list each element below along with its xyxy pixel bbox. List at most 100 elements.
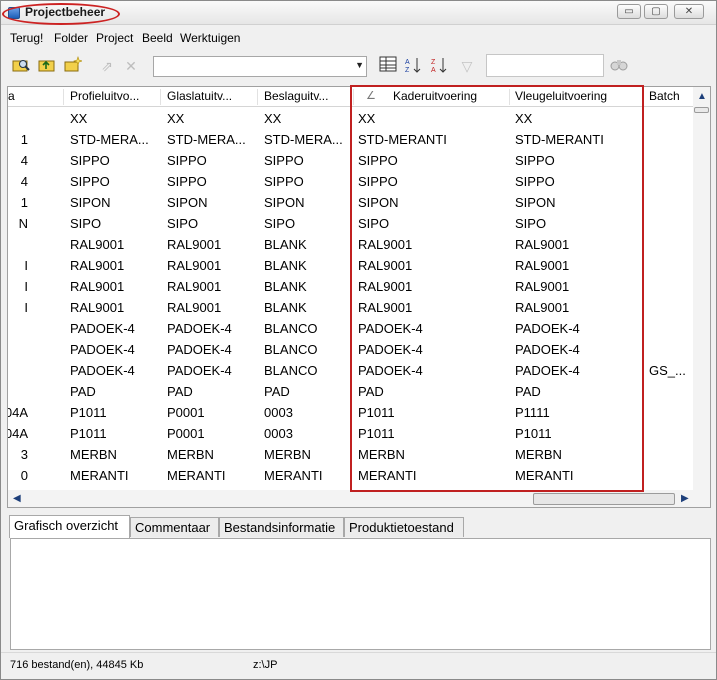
close-button[interactable]: ✕ [674, 4, 704, 19]
columns-icon[interactable] [378, 56, 398, 76]
chevron-down-icon[interactable]: ▼ [355, 60, 364, 70]
cell-kaderuitvoering: SIPON [358, 195, 399, 210]
cell-a: 3 [20, 447, 28, 462]
scroll-up-icon[interactable]: ▲ [697, 91, 707, 102]
column-header-profieluitvoering[interactable]: Profieluitvo... [70, 89, 160, 103]
menu-werktuigen[interactable]: Werktuigen [180, 31, 240, 45]
table-row[interactable]: 04A P1011 P0001 0003 P1011 P1011 [8, 423, 693, 444]
cell-vleugeluitvoering: PAD [515, 384, 541, 399]
search-input[interactable] [486, 54, 604, 77]
cell-profieluitvoering: PAD [70, 384, 96, 399]
tab-commentaar[interactable]: Commentaar [130, 517, 219, 537]
table-row[interactable]: XX XX XX XX XX [8, 108, 693, 129]
vertical-scrollbar[interactable]: ▲ [693, 87, 710, 507]
cell-a: 1 [20, 132, 28, 147]
delete-icon[interactable]: ✕ [121, 56, 141, 76]
cell-beslaguitvoering: BLANCO [264, 363, 318, 378]
cell-beslaguitvoering: 0003 [264, 405, 293, 420]
search-folder-icon[interactable] [11, 56, 31, 76]
table-row[interactable]: I RAL9001 RAL9001 BLANK RAL9001 RAL9001 [8, 255, 693, 276]
title-annotation-oval [2, 3, 120, 25]
new-folder-icon[interactable] [63, 56, 83, 76]
folder-up-icon[interactable] [37, 56, 57, 76]
cell-vleugeluitvoering: PADOEK-4 [515, 342, 580, 357]
table-row[interactable]: I RAL9001 RAL9001 BLANK RAL9001 RAL9001 [8, 276, 693, 297]
vertical-scroll-thumb[interactable] [694, 107, 709, 113]
cell-glaslatuitvoering: SIPPO [167, 174, 207, 189]
column-header-glaslatuitvoering[interactable]: Glaslatuitv... [167, 89, 257, 103]
move-icon[interactable]: ⇗ [97, 56, 117, 76]
cell-profieluitvoering: PADOEK-4 [70, 321, 135, 336]
title-bar[interactable]: Projectbeheer ▭ ▢ ✕ [1, 1, 716, 25]
cell-glaslatuitvoering: RAL9001 [167, 258, 222, 273]
table-row[interactable]: PADOEK-4 PADOEK-4 BLANCO PADOEK-4 PADOEK-4 [8, 339, 693, 360]
cell-glaslatuitvoering: SIPON [167, 195, 208, 210]
cell-a: 04A [8, 405, 28, 420]
sort-descending-icon[interactable]: ZA [429, 56, 449, 76]
column-header-vleugeluitvoering[interactable]: Vleugeluitvoering [515, 89, 635, 103]
cell-vleugeluitvoering: SIPPO [515, 153, 555, 168]
cell-glaslatuitvoering: RAL9001 [167, 279, 222, 294]
table-row[interactable]: 4 SIPPO SIPPO SIPPO SIPPO SIPPO [8, 150, 693, 171]
detail-tabs: Grafisch overzicht Commentaar Bestandsin… [9, 515, 713, 538]
table-row[interactable]: 1 STD-MERA... STD-MERA... STD-MERA... STD-ME… [8, 129, 693, 150]
scroll-left-icon[interactable]: ◀ [13, 493, 21, 504]
menu-terug[interactable]: Terug! [10, 31, 43, 45]
column-header-a[interactable]: a [8, 89, 28, 103]
cell-glaslatuitvoering: MERBN [167, 447, 214, 462]
column-divider[interactable] [63, 89, 64, 105]
cell-glaslatuitvoering: SIPPO [167, 153, 207, 168]
cell-a: 1 [20, 195, 28, 210]
table-row[interactable]: 04A P1011 P0001 0003 P1011 P1111 [8, 402, 693, 423]
sort-ascending-icon[interactable]: AZ [403, 56, 423, 76]
cell-vleugeluitvoering: P1111 [515, 405, 550, 420]
horizontal-scrollbar[interactable]: ◀ ▶ [8, 490, 693, 507]
table-row[interactable]: 3 MERBN MERBN MERBN MERBN MERBN [8, 444, 693, 465]
column-header-kaderuitvoering[interactable]: Kaderuitvoering [393, 89, 503, 103]
cell-vleugeluitvoering: SIPON [515, 195, 556, 210]
filter-combobox[interactable]: ▼ [153, 56, 367, 77]
horizontal-scroll-thumb[interactable] [533, 493, 675, 505]
column-header-batch[interactable]: Batch [649, 89, 689, 103]
cell-glaslatuitvoering: PADOEK-4 [167, 363, 232, 378]
table-row[interactable]: N SIPO SIPO SIPO SIPO SIPO [8, 213, 693, 234]
table-row[interactable]: RAL9001 RAL9001 BLANK RAL9001 RAL9001 [8, 234, 693, 255]
column-divider[interactable] [509, 89, 510, 105]
cell-beslaguitvoering: MERBN [264, 447, 311, 462]
maximize-button[interactable]: ▢ [644, 4, 668, 19]
table-row[interactable]: 1 SIPON SIPON SIPON SIPON SIPON [8, 192, 693, 213]
cell-glaslatuitvoering: XX [167, 111, 185, 126]
table-row[interactable]: I RAL9001 RAL9001 BLANK RAL9001 RAL9001 [8, 297, 693, 318]
table-row[interactable]: PADOEK-4 PADOEK-4 BLANCO PADOEK-4 PADOEK-4 [8, 318, 693, 339]
column-header-beslaguitvoering[interactable]: Beslaguitv... [264, 89, 354, 103]
menu-folder[interactable]: Folder [54, 31, 88, 45]
tab-bestandsinformatie[interactable]: Bestandsinformatie [219, 517, 344, 537]
binoculars-icon[interactable] [609, 56, 629, 76]
column-divider[interactable] [160, 89, 161, 105]
table-row[interactable]: 0 MERANTI MERANTI MERANTI MERANTI MERANTI [8, 465, 693, 486]
tab-panel-content [10, 538, 711, 650]
cell-kaderuitvoering: MERBN [358, 447, 405, 462]
table-row[interactable]: PAD PAD PAD PAD PAD [8, 381, 693, 402]
cell-beslaguitvoering: BLANK [264, 237, 307, 252]
sort-indicator-icon: ∠ [366, 90, 376, 102]
scroll-right-icon[interactable]: ▶ [681, 493, 689, 504]
tab-produktietoestand[interactable]: Produktietoestand [344, 517, 464, 537]
cell-profieluitvoering: SIPPO [70, 174, 110, 189]
column-divider[interactable] [353, 89, 354, 105]
menu-project[interactable]: Project [96, 31, 133, 45]
cell-vleugeluitvoering: SIPPO [515, 174, 555, 189]
file-grid[interactable]: a Profieluitvo... Glaslatuitv... Beslagu… [7, 86, 711, 508]
filter-icon[interactable]: ▽ [457, 56, 477, 76]
table-row[interactable]: 4 SIPPO SIPPO SIPPO SIPPO SIPPO [8, 171, 693, 192]
cell-kaderuitvoering: RAL9001 [358, 300, 413, 315]
svg-text:A: A [431, 67, 436, 74]
svg-text:Z: Z [431, 59, 436, 66]
menu-beeld[interactable]: Beeld [142, 31, 173, 45]
minimize-button[interactable]: ▭ [617, 4, 641, 19]
tab-grafisch-overzicht[interactable]: Grafisch overzicht [9, 515, 130, 538]
column-divider[interactable] [257, 89, 258, 105]
table-row[interactable]: PADOEK-4 PADOEK-4 BLANCO PADOEK-4 PADOEK-4 GS… [8, 360, 693, 381]
cell-glaslatuitvoering: PADOEK-4 [167, 342, 232, 357]
column-divider[interactable] [642, 89, 643, 105]
